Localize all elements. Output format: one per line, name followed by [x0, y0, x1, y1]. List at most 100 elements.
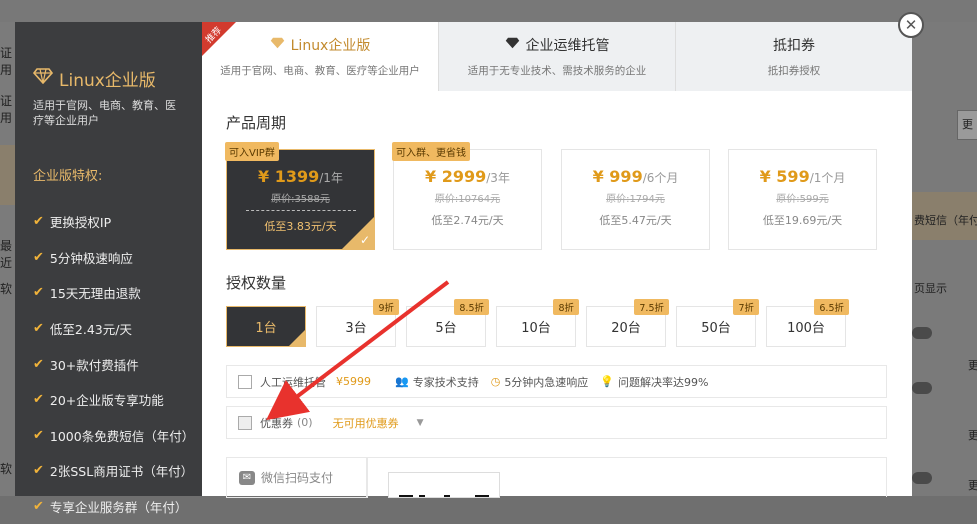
coupon-row: 优惠券 (0) 无可用优惠券 ▼ [226, 406, 887, 439]
plan-unit: /6个月 [642, 171, 679, 185]
coupon-count: (0) [297, 416, 313, 429]
ops-hosting-label: 人工运维托管 [260, 375, 326, 389]
feature-label: 30+款付费插件 [49, 357, 139, 373]
coupon-select[interactable]: 无可用优惠券 [333, 415, 399, 431]
feature-label: 1000条免费短信（年付） [49, 428, 195, 444]
ops-hosting-checkbox[interactable] [238, 374, 252, 389]
feature-item: ✔ 2张SSL商用证书（年付） [33, 453, 194, 489]
check-icon: ✔ [33, 463, 44, 479]
coupon-checkbox[interactable] [238, 415, 252, 430]
plan-unit: /1年 [319, 171, 343, 185]
cycle-label: 产品周期 [226, 114, 287, 132]
background-toggle[interactable] [912, 327, 932, 339]
background-text: 费短信（年付 [914, 214, 977, 227]
check-icon: ✔ [33, 392, 44, 408]
plan-daily-price: 低至2.74元/天 [431, 214, 504, 227]
quantity-option-1[interactable]: 1台 [226, 306, 306, 347]
plan-card-1y[interactable]: 可入VIP群 ¥ 1399/1年 原价:3588元 低至3.83元/天 ✓ [225, 142, 375, 250]
plan-unit: /1个月 [809, 171, 846, 185]
plan-card-3y[interactable]: 可入群、更省钱 ¥ 2999/3年 原价:10764元 低至2.74元/天 [392, 142, 542, 250]
feature-item: ✔ 低至2.43元/天 [33, 311, 194, 347]
sidebar-title: Linux企业版 [59, 71, 156, 91]
plan-tag: 可入VIP群 [225, 142, 279, 161]
quantity-option-20[interactable]: 20台 7.5折 [586, 299, 669, 347]
background-text: 证用 [0, 46, 13, 77]
plan-card-1m[interactable]: ¥ 599/1个月 原价:599元 低至19.69元/天 [728, 149, 877, 250]
plan-original-price: 原价:3588元 [271, 194, 330, 205]
quantity-option-100[interactable]: 100台 6.5折 [766, 299, 849, 347]
tab-linux-enterprise[interactable]: 推荐 Linux企业版 适用于官网、电商、教育、医疗等企业用户 [202, 22, 439, 91]
background-link[interactable]: 更 [968, 427, 977, 443]
background-button[interactable]: 更 [957, 110, 977, 140]
background-right-column: 更 费短信（年付 页显示 更 更 更 [912, 22, 977, 496]
tab-subtitle: 适用于官网、电商、教育、医疗等企业用户 [220, 65, 420, 77]
plan-unit: /3年 [486, 171, 510, 185]
plan-price: ¥ 599 [759, 167, 810, 186]
quantity-option-50[interactable]: 50台 7折 [676, 299, 759, 347]
feature-item: ✔ 1000条免费短信（年付） [33, 418, 194, 454]
check-icon: ✓ [359, 233, 370, 247]
quantity-value: 50台 [701, 321, 731, 336]
plan-price: ¥ 999 [592, 167, 643, 186]
tab-subtitle: 抵扣券授权 [767, 65, 821, 77]
feature-item: ✔ 15天无理由退款 [33, 275, 194, 311]
ops-hosting-price: ¥5999 [336, 375, 371, 388]
quantity-option-5[interactable]: 5台 8.5折 [406, 299, 489, 347]
feature-label: 更换授权IP [49, 215, 112, 231]
features-title: 企业版特权: [33, 169, 103, 184]
tab-voucher[interactable]: 抵扣券 抵扣券授权 [676, 22, 912, 91]
product-tabs: 推荐 Linux企业版 适用于官网、电商、教育、医疗等企业用户 企业运维托管 适… [202, 22, 912, 91]
feature-label: 专享企业服务群（年付） [49, 500, 188, 516]
discount-badge: 7折 [733, 299, 759, 315]
tab-title: 企业运维托管 [525, 38, 610, 54]
check-icon: ✔ [33, 285, 44, 301]
plan-original-price: 原价:599元 [776, 194, 829, 205]
diamond-icon [32, 68, 54, 89]
feature-item: ✔ 5分钟极速响应 [33, 240, 194, 276]
quantity-value: 20台 [611, 321, 641, 336]
background-top-strip [0, 0, 977, 22]
feature-label: 5分钟极速响应 [49, 250, 133, 266]
feature-item: ✔ 更换授权IP [33, 204, 194, 240]
check-icon: ✔ [33, 427, 44, 443]
main-panel: 推荐 Linux企业版 适用于官网、电商、教育、医疗等企业用户 企业运维托管 适… [202, 22, 912, 498]
quantity-value: 100台 [787, 321, 825, 336]
plan-card-6m[interactable]: ¥ 999/6个月 原价:1794元 低至5.47元/天 [561, 149, 710, 250]
plan-price: ¥ 2999 [425, 167, 487, 186]
ops-hosting-row: 人工运维托管 ¥5999 👥 专家技术支持 ◷ 5分钟内急速响应 💡 问题解决率… [226, 365, 887, 398]
background-text: 软 [0, 462, 13, 476]
sidebar-subtitle: 适用于官网、电商、教育、医疗等企业用户 [33, 99, 176, 127]
feature-item: ✔ 20+企业版专享功能 [33, 382, 194, 418]
caret-down-icon[interactable]: ▼ [417, 418, 424, 428]
quantity-option-3[interactable]: 3台 9折 [316, 299, 399, 347]
background-link[interactable]: 更 [968, 477, 977, 493]
plan-daily-price: 低至19.69元/天 [762, 214, 843, 227]
purchase-modal: Linux企业版 适用于官网、电商、教育、医疗等企业用户 企业版特权: ✔ 更换授… [15, 22, 912, 515]
plan-original-price: 原价:1794元 [606, 194, 665, 205]
check-icon: ✔ [33, 499, 44, 515]
plan-price: ¥ 1399 [258, 167, 320, 186]
background-toggle[interactable] [912, 472, 932, 484]
close-button[interactable]: ✕ [898, 12, 924, 38]
check-icon: ✔ [33, 214, 44, 230]
wechat-icon: ✉ [239, 470, 255, 485]
feature-label: 2张SSL商用证书（年付） [49, 464, 194, 480]
feature-item: ✔ 专享企业服务群（年付） [33, 489, 194, 524]
feature-list: ✔ 更换授权IP ✔ 5分钟极速响应 ✔ 15天无理由退款 ✔ 低至2.43元/天 ✔ 3… [33, 204, 194, 524]
diamond-icon [270, 37, 285, 53]
quantity-option-10[interactable]: 10台 8折 [496, 299, 579, 347]
check-icon: ✔ [33, 249, 44, 265]
background-text: 证用 [0, 94, 13, 125]
background-text: 软 [0, 282, 13, 296]
discount-badge: 9折 [373, 299, 399, 315]
ops-feature: 5分钟内急速响应 [504, 375, 589, 389]
tab-ops-hosting[interactable]: 企业运维托管 适用于无专业技术、需技术服务的企业 [439, 22, 676, 91]
selected-corner [289, 330, 305, 346]
background-link[interactable]: 更 [968, 357, 977, 373]
lightbulb-icon: 💡 [600, 375, 615, 388]
feature-label: 20+企业版专享功能 [49, 393, 164, 409]
tab-title: 抵扣券 [773, 38, 815, 54]
payment-method-wechat[interactable]: ✉ 微信扫码支付 [226, 457, 368, 498]
background-text: 页显示 [914, 282, 947, 295]
background-toggle[interactable] [912, 382, 932, 394]
